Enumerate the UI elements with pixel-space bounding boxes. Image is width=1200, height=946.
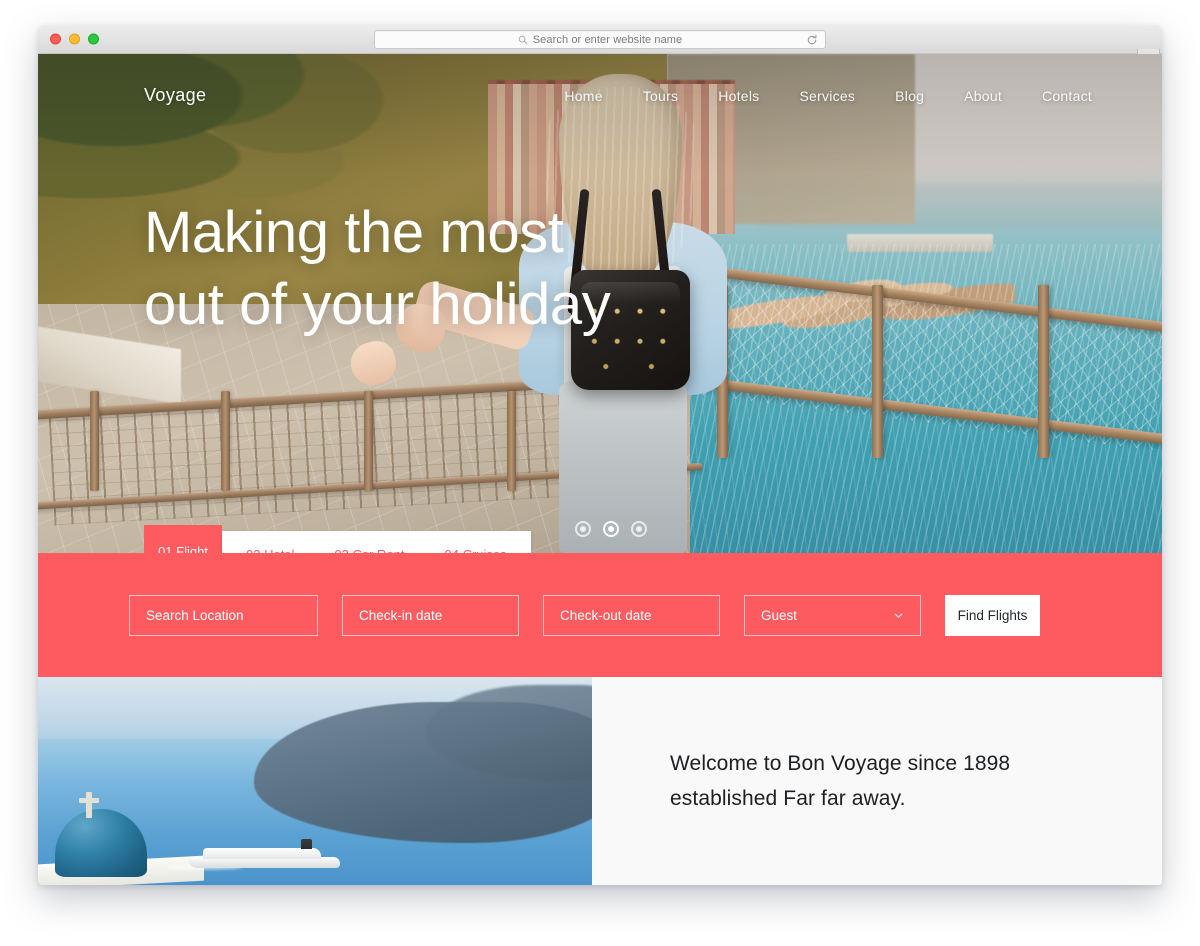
- checkin-date-input[interactable]: [342, 594, 519, 636]
- checkout-date-input[interactable]: [543, 594, 720, 636]
- nav-item-services[interactable]: Services: [799, 88, 855, 104]
- window-controls[interactable]: [50, 33, 99, 45]
- close-window-button[interactable]: [50, 33, 61, 45]
- web-page: Voyage Home Tours Hotels Services Blog A…: [38, 54, 1162, 885]
- address-bar[interactable]: Search or enter website name: [374, 30, 826, 49]
- carousel-dot-2-active[interactable]: [603, 521, 619, 537]
- address-bar-placeholder: Search or enter website name: [532, 33, 683, 46]
- carousel-dots[interactable]: [575, 521, 647, 537]
- intro-section: Welcome to Bon Voyage since 1898 establi…: [38, 677, 1162, 885]
- hero-headline: Making the most out of your holiday: [144, 200, 611, 337]
- nav-links: Home Tours Hotels Services Blog About Co…: [564, 88, 1092, 104]
- hero-section: Voyage Home Tours Hotels Services Blog A…: [38, 54, 1162, 553]
- nav-item-blog[interactable]: Blog: [895, 88, 924, 104]
- nav-item-hotels[interactable]: Hotels: [718, 88, 759, 104]
- reload-icon[interactable]: [806, 34, 818, 46]
- chevron-down-icon: [894, 612, 903, 618]
- find-flights-button[interactable]: Find Flights: [945, 594, 1040, 636]
- minimize-window-button[interactable]: [69, 33, 80, 45]
- browser-titlebar: Search or enter website name +: [38, 25, 1162, 73]
- nav-item-contact[interactable]: Contact: [1042, 88, 1092, 104]
- booking-tabs: 01 Flight 02 Hotel 03 Car Rent 04 Cruise…: [144, 525, 531, 553]
- santorini-image: [38, 677, 592, 885]
- nav-item-about[interactable]: About: [964, 88, 1002, 104]
- guest-select-value: Guest: [761, 607, 798, 623]
- booking-tabs-inactive: 02 Hotel 03 Car Rent 04 Cruises: [222, 531, 531, 553]
- cruise-ship-illustration: [166, 839, 340, 871]
- site-logo[interactable]: Voyage: [144, 85, 206, 106]
- site-navigation: Voyage Home Tours Hotels Services Blog A…: [38, 85, 1162, 106]
- search-icon: [518, 35, 528, 44]
- nav-item-home[interactable]: Home: [564, 88, 602, 104]
- search-location-input[interactable]: [129, 594, 318, 636]
- booking-tab-flight[interactable]: 01 Flight: [144, 525, 222, 553]
- guest-select[interactable]: Guest: [744, 594, 921, 636]
- intro-headline: Welcome to Bon Voyage since 1898 establi…: [670, 751, 1011, 810]
- carousel-dot-3[interactable]: [631, 521, 647, 537]
- nav-item-tours[interactable]: Tours: [643, 88, 678, 104]
- booking-search-bar: Guest Find Flights: [38, 553, 1162, 677]
- browser-window: Search or enter website name +: [38, 25, 1162, 885]
- zoom-window-button[interactable]: [88, 33, 99, 45]
- carousel-dot-1[interactable]: [575, 521, 591, 537]
- intro-text-panel: Welcome to Bon Voyage since 1898 establi…: [592, 677, 1162, 885]
